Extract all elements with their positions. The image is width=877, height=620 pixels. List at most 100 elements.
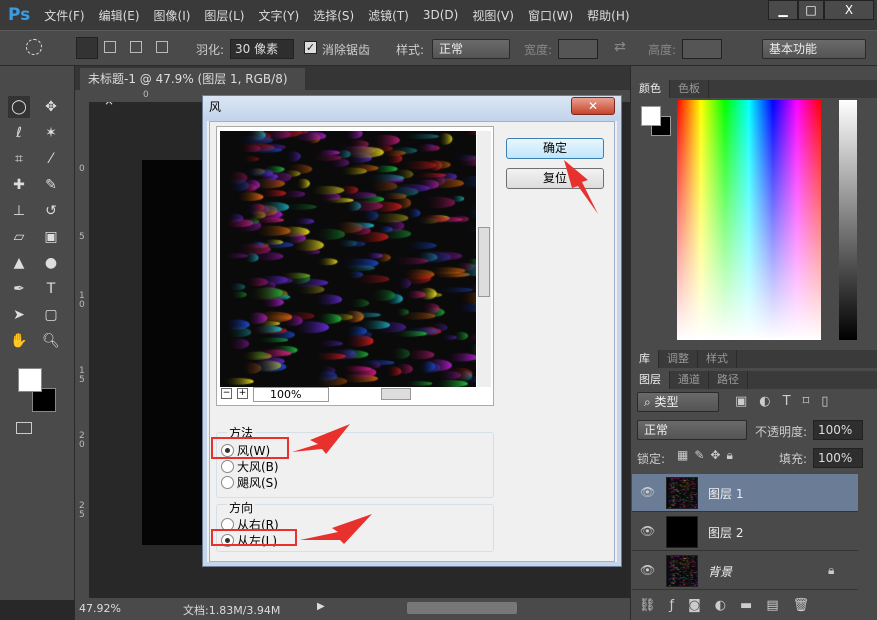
style-select[interactable]: 正常 [432,39,510,59]
brush-tool-icon[interactable]: ✎ [40,174,62,196]
workspace-select[interactable]: 基本功能 [762,39,866,59]
menu-image[interactable]: 图像(I) [154,7,191,24]
menu-filter[interactable]: 滤镜(T) [368,7,409,24]
layer-row[interactable]: 👁︎ 背景 🔒︎ [632,552,858,590]
tab-paths[interactable]: 路径 [709,371,748,389]
minimize-button[interactable]: ▁ [768,0,798,20]
layer-row[interactable]: 👁︎ 图层 2 [632,513,858,551]
eyedropper-icon[interactable]: ⁄ [40,148,62,170]
options-bar: 羽化: 30 像素 ✓ 消除锯齿 样式: 正常 宽度: ⇄ 高度: 基本功能 [0,30,877,66]
height-input[interactable] [682,39,722,59]
preview-vertical-scrollbar[interactable] [477,131,491,387]
filter-preview[interactable] [220,131,476,387]
preview-frame: − + 100% [216,126,494,406]
ruler-tick: 0 [143,90,149,100]
dialog-title: 风 [203,96,621,121]
gradient-tool-icon[interactable]: ▣ [40,226,62,248]
antialias-checkbox[interactable]: ✓ [304,41,317,54]
tab-swatches[interactable]: 色板 [670,80,709,98]
dodge-tool-icon[interactable]: ● [40,252,62,274]
lasso-tool-icon[interactable]: ℓ [8,122,30,144]
add-selection-icon[interactable] [104,41,116,53]
zoom-in-button[interactable]: + [237,388,248,399]
feather-input[interactable]: 30 像素 [230,39,294,59]
blend-mode-select[interactable]: 正常 [637,420,747,440]
layer-name: 图层 1 [708,487,744,501]
maximize-button[interactable]: □ [798,0,824,20]
layer-row[interactable]: 👁︎ 图层 1 [632,474,858,512]
foreground-color-chip[interactable] [641,106,661,126]
hand-tool-icon[interactable]: ✋ [8,330,30,352]
magic-wand-icon[interactable]: ✶ [40,122,62,144]
zoom-out-button[interactable]: − [221,388,232,399]
document-tab[interactable]: 未标题-1 @ 47.9% (图层 1, RGB/8) *× [80,68,305,108]
layer-actions[interactable]: ⛓ƒ◙◐▬▤🗑︎ [639,598,823,613]
marquee-tool-icon[interactable]: ◯ [8,96,30,118]
highlight-box [211,437,289,459]
menu-select[interactable]: 选择(S) [313,7,354,24]
wind-dialog: 风 ✕ − + 100% 确定 复位 方法 风(W) 大风(B) 飓风(S) 方… [202,95,622,567]
tab-layers[interactable]: 图层 [631,371,670,389]
tools-panel: ◯ ✥ ℓ ✶ ⌗ ⁄ ✚ ✎ ⊥ ↺ ▱ ▣ ▲ ● ✒ T ➤ ▢ ✋ 🔍︎ [0,66,75,600]
menu-help[interactable]: 帮助(H) [587,7,629,24]
opacity-input[interactable]: 100% [813,420,863,440]
tab-styles[interactable]: 样式 [698,350,737,368]
new-selection-icon[interactable] [76,37,98,59]
zoom-tool-icon[interactable]: 🔍︎ [40,330,62,352]
menu-layer[interactable]: 图层(L) [204,7,244,24]
eye-icon[interactable]: 👁︎ [640,563,655,577]
menu-type[interactable]: 文字(Y) [258,7,299,24]
tab-color[interactable]: 颜色 [631,80,670,98]
ellipse-marquee-icon[interactable] [26,39,42,55]
history-brush-icon[interactable]: ↺ [40,200,62,222]
quick-mask-icon[interactable] [16,422,32,434]
horizontal-scrollbar[interactable] [407,602,517,614]
brightness-slider[interactable] [839,100,857,340]
preview-horizontal-scrollbar[interactable] [381,388,411,400]
height-label: 高度: [648,43,677,57]
layer-filter-icons[interactable]: ▣◐T⌑▯ [735,394,840,409]
status-menu-arrow-icon[interactable]: ▶ [317,601,325,612]
zoom-level[interactable]: 47.92% [79,602,121,615]
close-window-button[interactable]: X [824,0,874,20]
eraser-tool-icon[interactable]: ▱ [8,226,30,248]
ruler-tick: 2 0 [79,431,85,450]
tab-channels[interactable]: 通道 [670,371,709,389]
menu-3d[interactable]: 3D(D) [423,8,458,22]
tab-library[interactable]: 库 [631,350,659,368]
layer-filter-select[interactable]: ⌕ 类型 [637,392,719,412]
subtract-selection-icon[interactable] [130,41,142,53]
eye-icon[interactable]: 👁︎ [640,524,655,538]
radio-blast[interactable]: 大风(B) [221,459,279,474]
path-select-icon[interactable]: ➤ [8,304,30,326]
layer-thumbnail [666,516,698,548]
type-tool-icon[interactable]: T [40,278,62,300]
reset-button[interactable]: 复位 [506,168,604,189]
eye-icon[interactable]: 👁︎ [640,485,655,499]
menu-edit[interactable]: 编辑(E) [99,7,140,24]
style-label: 样式: [396,43,425,57]
menu-window[interactable]: 窗口(W) [528,7,573,24]
lock-icons[interactable]: ▦✎✥🔒︎ [677,448,739,463]
menu-view[interactable]: 视图(V) [472,7,514,24]
width-input[interactable] [558,39,598,59]
foreground-color-swatch[interactable] [18,368,42,392]
radio-stagger[interactable]: 飓风(S) [221,475,278,490]
ruler-tick: 1 5 [79,366,85,385]
healing-brush-icon[interactable]: ✚ [8,174,30,196]
ok-button[interactable]: 确定 [506,138,604,159]
intersect-selection-icon[interactable] [156,41,168,53]
preview-zoom-select[interactable]: 100% [253,387,329,402]
tab-adjustments[interactable]: 调整 [659,350,698,368]
stamp-tool-icon[interactable]: ⊥ [8,200,30,222]
swap-icon[interactable]: ⇄ [614,39,626,55]
crop-tool-icon[interactable]: ⌗ [8,148,30,170]
menu-file[interactable]: 文件(F) [44,7,84,24]
shape-tool-icon[interactable]: ▢ [40,304,62,326]
fill-input[interactable]: 100% [813,448,863,468]
color-spectrum[interactable] [677,100,821,340]
move-tool-icon[interactable]: ✥ [40,96,62,118]
blur-tool-icon[interactable]: ▲ [8,252,30,274]
dialog-close-button[interactable]: ✕ [571,97,615,115]
pen-tool-icon[interactable]: ✒ [8,278,30,300]
